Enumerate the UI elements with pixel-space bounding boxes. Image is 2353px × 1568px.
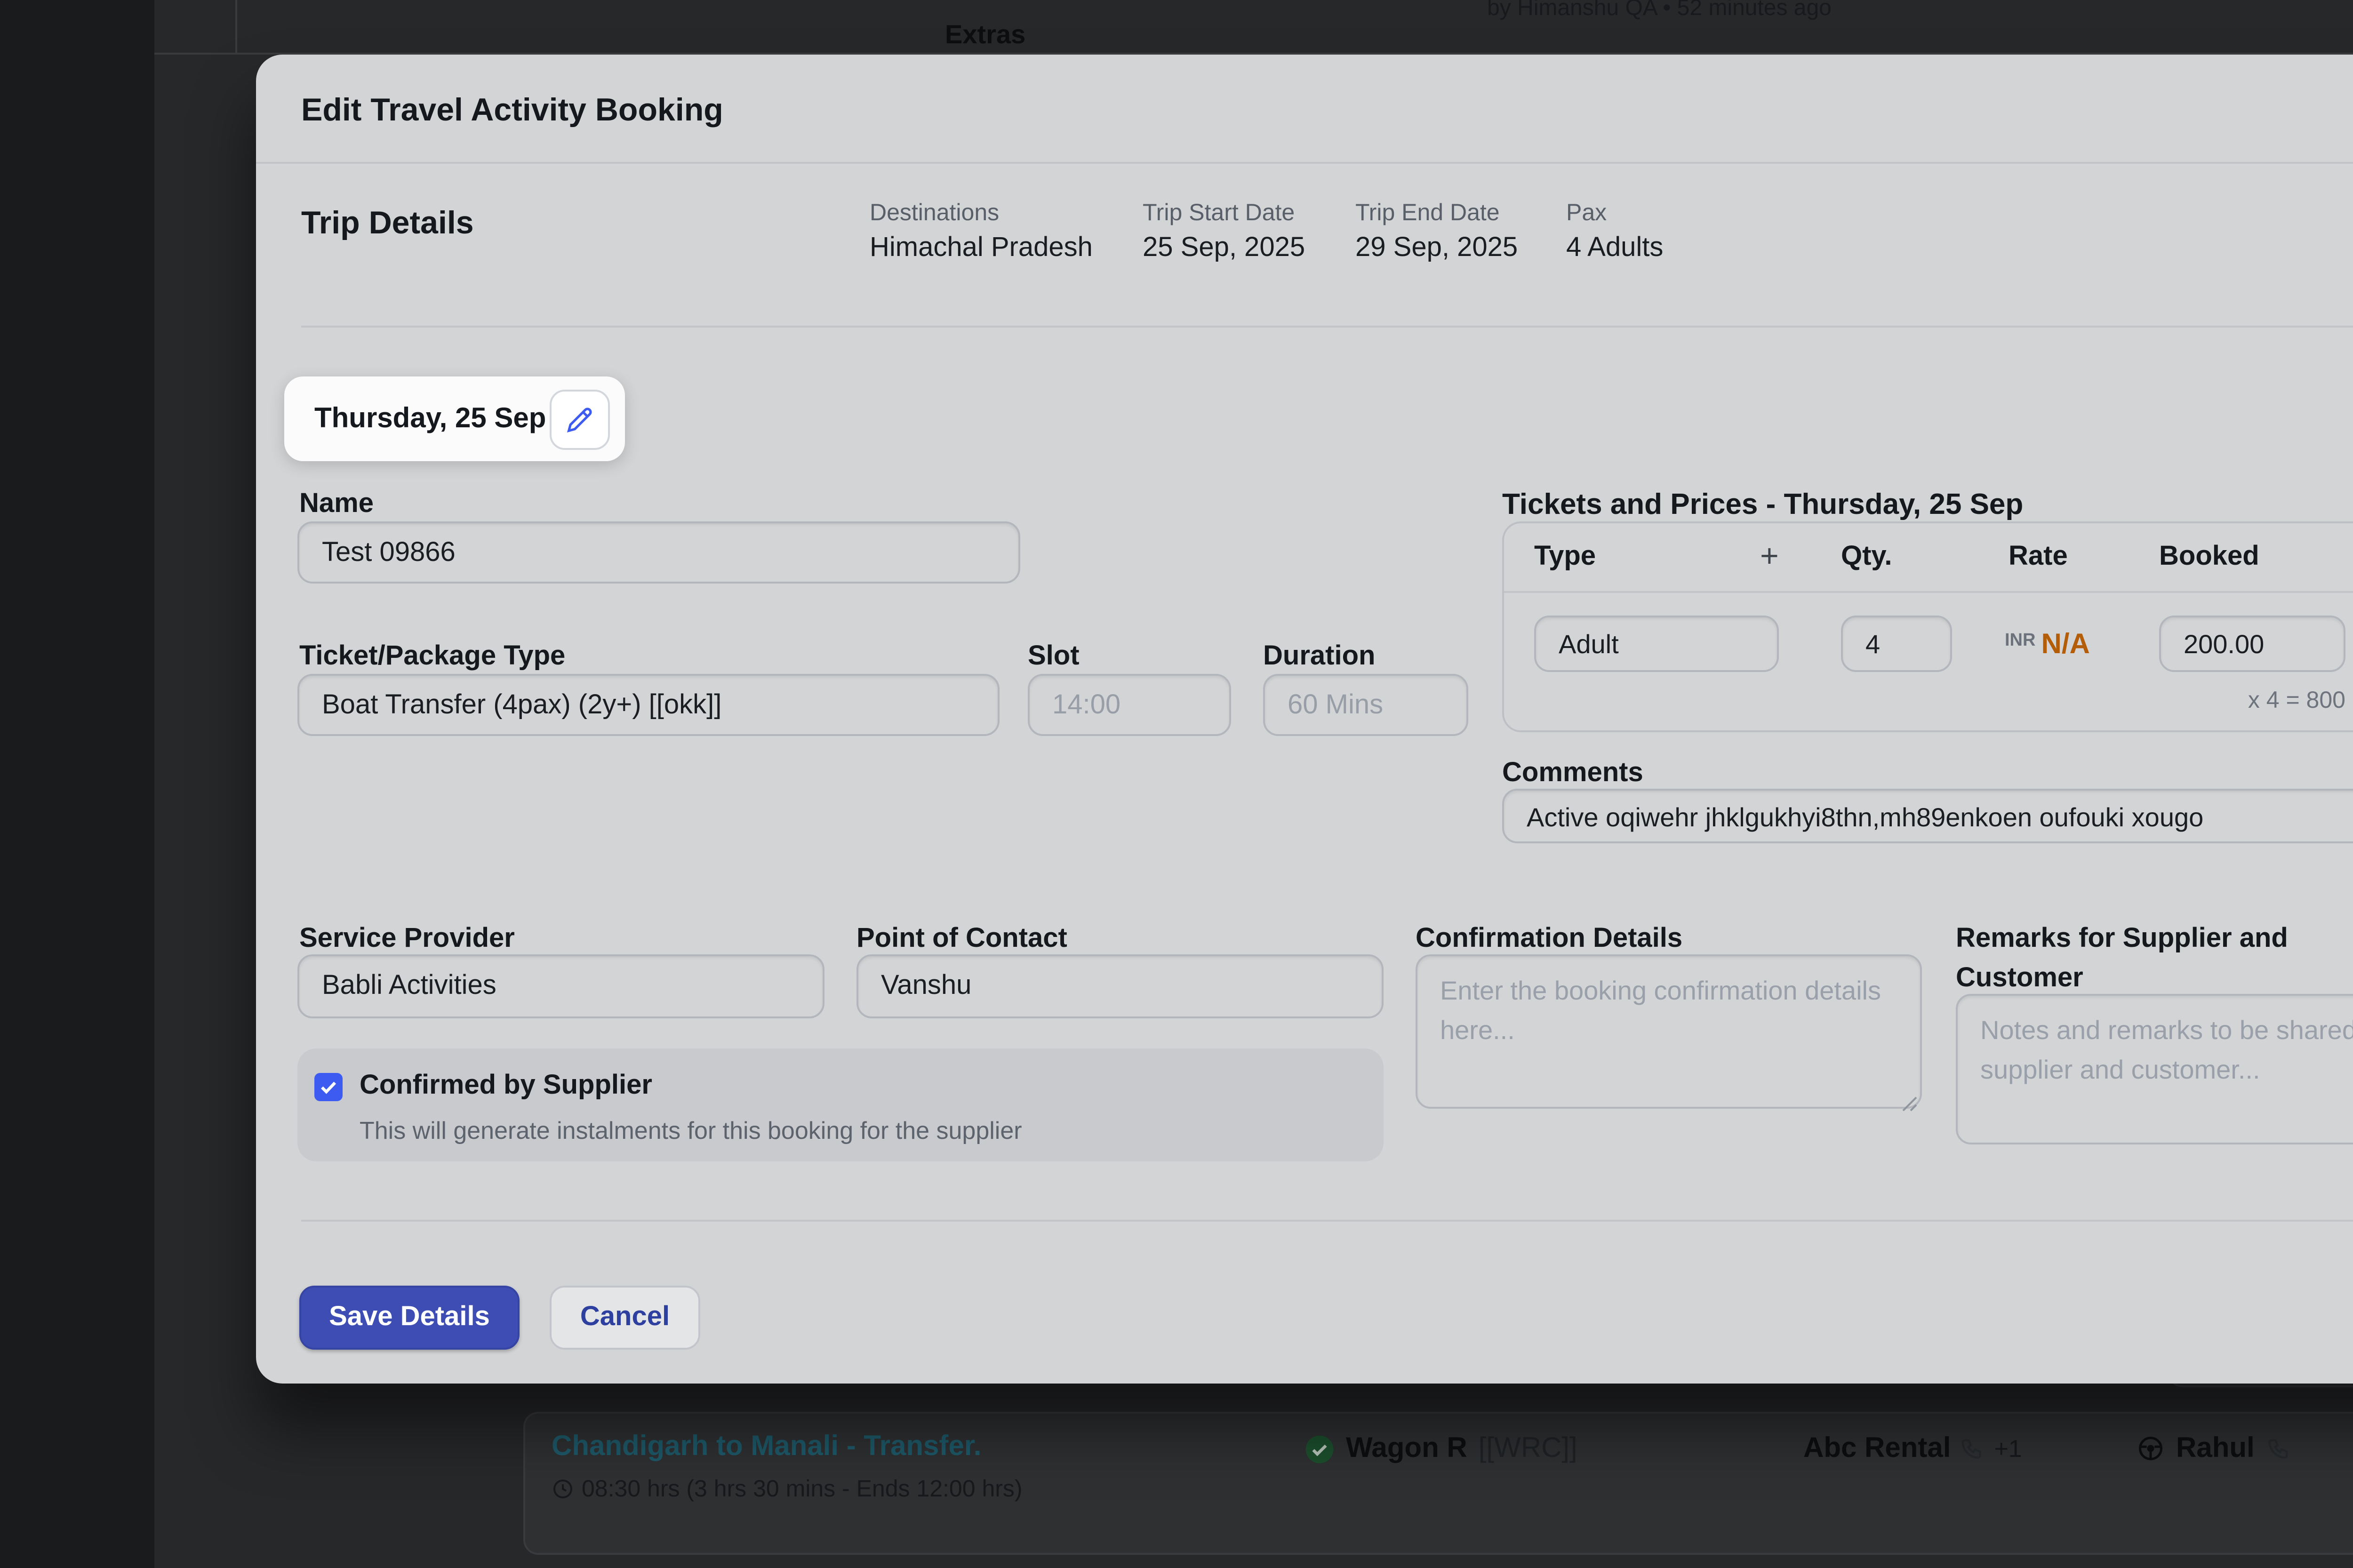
ticket-row-type-input[interactable] <box>1534 616 1779 672</box>
duration-label: Duration <box>1263 642 1375 672</box>
name-input[interactable] <box>297 521 1020 584</box>
steering-wheel-icon <box>2137 1434 2165 1463</box>
check-icon <box>318 1077 339 1097</box>
check-circle-icon <box>1305 1433 1335 1464</box>
service-provider-input[interactable] <box>297 954 824 1018</box>
phone-icon[interactable] <box>2266 1436 2290 1461</box>
confirmed-by-supplier-checkbox[interactable] <box>314 1073 343 1101</box>
comments-label: Comments <box>1502 759 1643 789</box>
activity-time: 08:30 hrs (3 hrs 30 mins - Ends 12:00 hr… <box>552 1476 1023 1502</box>
col-booked: Booked <box>2159 542 2259 572</box>
tickets-table: Type + Qty. Rate Booked INRN/A x 4 = 800 <box>1502 521 2353 732</box>
remarks-label-line2: Customer <box>1956 964 2083 994</box>
comments-input[interactable] <box>1502 789 2353 843</box>
selected-day-label: Thursday, 25 Sep <box>314 403 550 435</box>
confirmation-details-label: Confirmation Details <box>1416 924 1682 954</box>
driver-cell: Rahul <box>2137 1432 2290 1464</box>
modal-title: Edit Travel Activity Booking <box>301 92 723 130</box>
pax-label: Pax <box>1566 200 1607 226</box>
ticket-row-qty-input[interactable] <box>1841 616 1952 672</box>
supplier-cell: Abc Rental +1 <box>1803 1432 2022 1464</box>
activity-link[interactable]: Chandigarh to Manali - Transfer. <box>552 1431 982 1463</box>
service-provider-label: Service Provider <box>299 924 515 954</box>
extras-heading: Extras <box>945 19 1025 49</box>
edit-travel-activity-booking-modal: Edit Travel Activity Booking Trip Detail… <box>256 55 2353 1384</box>
screen: Extras by Himanshu QA • 52 minutes ago B… <box>0 0 2353 1568</box>
ticket-type-label: Ticket/Package Type <box>299 642 565 672</box>
cancel-button[interactable]: Cancel <box>550 1286 700 1350</box>
confirmed-by-supplier-panel: Confirmed by Supplier This will generate… <box>297 1048 1384 1161</box>
phone-icon[interactable] <box>1960 1436 1985 1461</box>
destinations-label: Destinations <box>870 200 999 226</box>
divider <box>256 162 2353 164</box>
col-type: Type <box>1534 542 1596 572</box>
ticket-row-subtotal: x 4 = 800 <box>2159 687 2345 713</box>
pencil-icon <box>567 406 593 432</box>
day-selector-chip[interactable]: Thursday, 25 Sep <box>284 376 625 461</box>
divider <box>1504 591 2353 593</box>
tickets-heading: Tickets and Prices - Thursday, 25 Sep <box>1502 489 2023 523</box>
vehicle-cell: Wagon R [[WRC]] <box>1305 1432 1577 1464</box>
trip-start-value: 25 Sep, 2025 <box>1143 233 1305 264</box>
remarks-textarea[interactable] <box>1956 994 2353 1144</box>
destinations-value: Himachal Pradesh <box>870 233 1093 264</box>
divider <box>301 1220 2353 1222</box>
name-label: Name <box>299 489 374 520</box>
ticket-row-rate: INRN/A <box>2005 629 2090 663</box>
pax-value: 4 Adults <box>1566 233 1663 264</box>
confirmation-details-textarea[interactable] <box>1416 954 1922 1109</box>
divider <box>235 0 237 53</box>
confirmed-by-supplier-description: This will generate instalments for this … <box>360 1116 1022 1144</box>
ticket-type-input[interactable] <box>297 674 1000 736</box>
left-sidebar <box>0 0 154 1568</box>
point-of-contact-label: Point of Contact <box>856 924 1067 954</box>
divider <box>301 326 2353 328</box>
trip-end-value: 29 Sep, 2025 <box>1355 233 1518 264</box>
remarks-label-line1: Remarks for Supplier and <box>1956 924 2288 954</box>
slot-input[interactable] <box>1028 674 1231 736</box>
slot-label: Slot <box>1028 642 1080 672</box>
confirmed-by-supplier-label: Confirmed by Supplier <box>360 1071 652 1101</box>
ticket-row-booked-input[interactable] <box>2159 616 2345 672</box>
trip-start-label: Trip Start Date <box>1143 200 1295 226</box>
save-details-button[interactable]: Save Details <box>299 1286 520 1350</box>
clock-icon <box>552 1478 574 1500</box>
add-ticket-type-button[interactable]: + <box>1760 538 1779 576</box>
col-qty: Qty. <box>1841 542 1892 572</box>
col-rate: Rate <box>2009 542 2068 572</box>
trip-end-label: Trip End Date <box>1355 200 1500 226</box>
duration-input[interactable] <box>1263 674 1468 736</box>
currency-label: INR <box>2005 631 2036 651</box>
edit-day-button[interactable] <box>550 389 610 449</box>
byline: by Himanshu QA • 52 minutes ago <box>1487 0 1832 21</box>
point-of-contact-input[interactable] <box>856 954 1384 1018</box>
trip-details-heading: Trip Details <box>301 205 474 243</box>
